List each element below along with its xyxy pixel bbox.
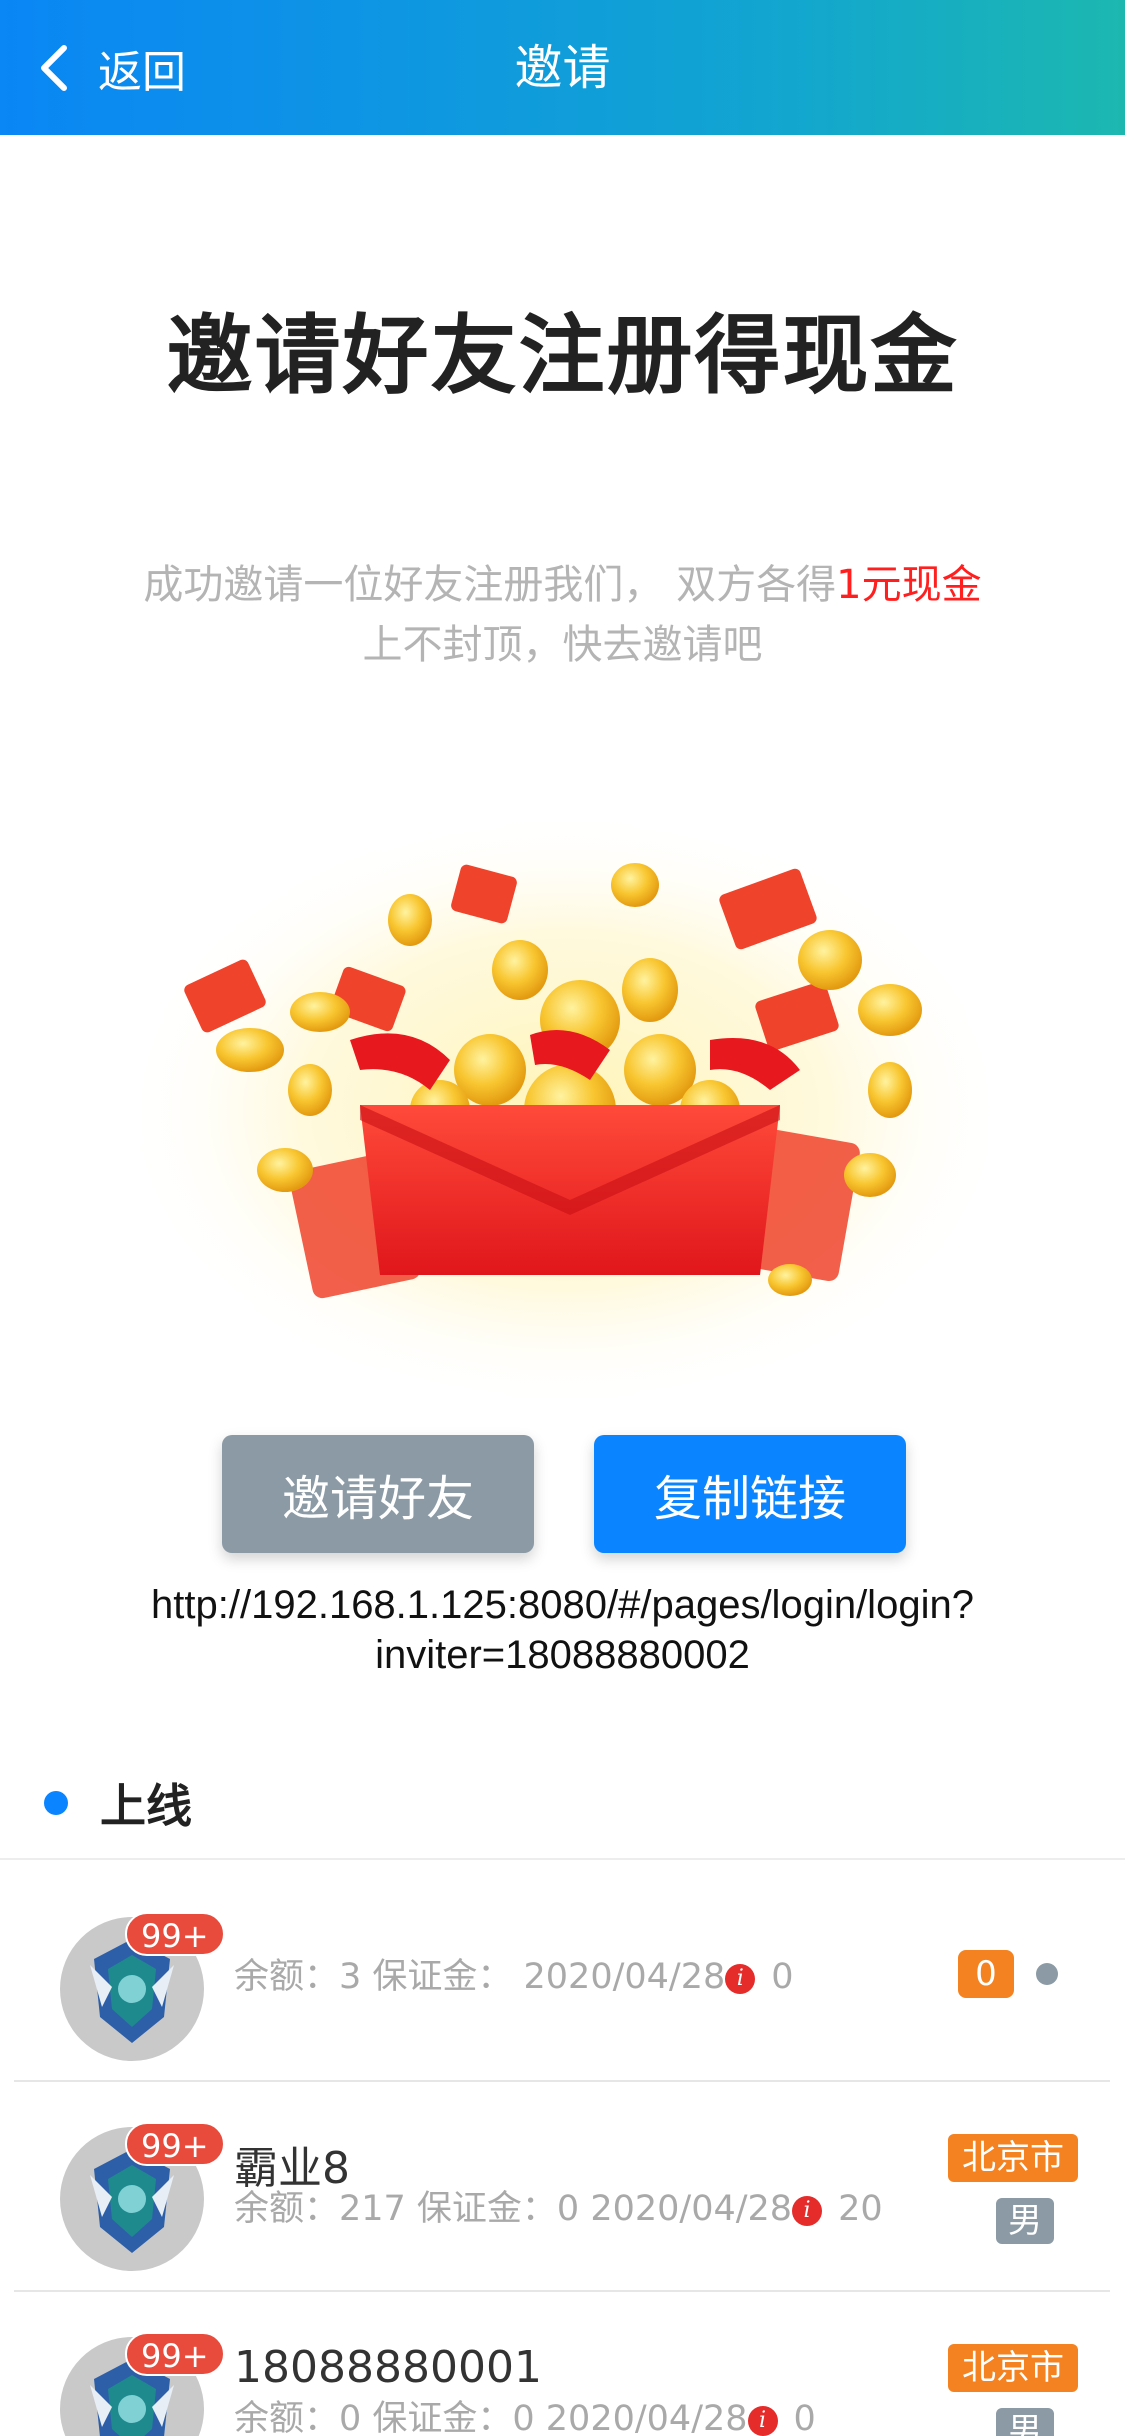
info-icon[interactable]: i	[747, 2406, 778, 2436]
list-item[interactable]: 99+ 余额：3 保证金： 2020/04/28 i 0 0	[14, 1872, 1110, 2082]
invite-friend-button[interactable]: 邀请好友	[222, 1435, 534, 1553]
section-title: 上线	[100, 1778, 192, 1833]
info-icon[interactable]: i	[792, 2196, 823, 2226]
hero-title: 邀请好友注册得现金	[166, 306, 959, 406]
hero-desc-text: 成功邀请一位好友注册我们， 双方各得	[143, 562, 837, 608]
info-icon[interactable]: i	[725, 1964, 756, 1994]
city-tag: 北京市	[948, 2344, 1078, 2392]
city-tag: 北京市	[948, 2134, 1078, 2182]
avatar: 99+	[60, 2122, 225, 2271]
unread-badge: 99+	[125, 2332, 225, 2376]
balance-text: 余额：0 保证金：0 2020/04/28	[234, 2399, 748, 2436]
row-count: 0	[771, 1957, 794, 1997]
list-item[interactable]: 99+ 18088880001 余额：0 保证金：0 2020/04/28 i 0 …	[14, 2292, 1110, 2436]
invite-link: http://192.168.1.125:8080/#/pages/login/…	[60, 1580, 1065, 1680]
row-count: 20	[838, 2189, 883, 2229]
page-title: 邀请	[514, 40, 611, 96]
red-envelope-coins-illustration	[120, 810, 1010, 1410]
balance-text: 余额：217 保证金：0 2020/04/28	[234, 2189, 793, 2229]
row-meta: 余额：3 保证金： 2020/04/28 i 0	[234, 1948, 794, 1999]
list-item[interactable]: 99+ 霸业8 余额：217 保证金：0 2020/04/28 i 20 北京市 男	[14, 2082, 1110, 2292]
invite-link-line2: inviter=18088880002	[375, 1633, 750, 1677]
hero-description: 成功邀请一位好友注册我们， 双方各得1元现金 上不封顶，快去邀请吧	[60, 555, 1065, 675]
row-meta: 余额：217 保证金：0 2020/04/28 i 20	[234, 2180, 883, 2231]
balance-text: 余额：3 保证金： 2020/04/28	[234, 1957, 726, 1997]
invite-link-line1: http://192.168.1.125:8080/#/pages/login/…	[151, 1583, 974, 1627]
unread-badge: 99+	[125, 2122, 225, 2166]
count-tag: 0	[958, 1950, 1014, 1998]
row-count: 0	[793, 2399, 816, 2436]
gender-tag: 男	[996, 2198, 1054, 2244]
copy-link-button[interactable]: 复制链接	[594, 1435, 906, 1553]
navbar: 返回 邀请	[0, 0, 1125, 135]
reward-amount: 1元现金	[836, 562, 982, 608]
section-header: 上线	[0, 1745, 1125, 1860]
divider	[0, 1858, 1125, 1860]
gender-tag: 男	[996, 2408, 1054, 2436]
section-dot-icon	[44, 1790, 68, 1815]
hero-desc-line2: 上不封顶，快去邀请吧	[362, 622, 763, 668]
status-dot	[1036, 1963, 1058, 1985]
row-meta: 余额：0 保证金：0 2020/04/28 i 0	[234, 2390, 816, 2436]
unread-badge: 99+	[125, 1912, 225, 1956]
user-name: 18088880001	[234, 2342, 542, 2393]
avatar: 99+	[60, 1912, 225, 2061]
avatar: 99+	[60, 2332, 225, 2436]
